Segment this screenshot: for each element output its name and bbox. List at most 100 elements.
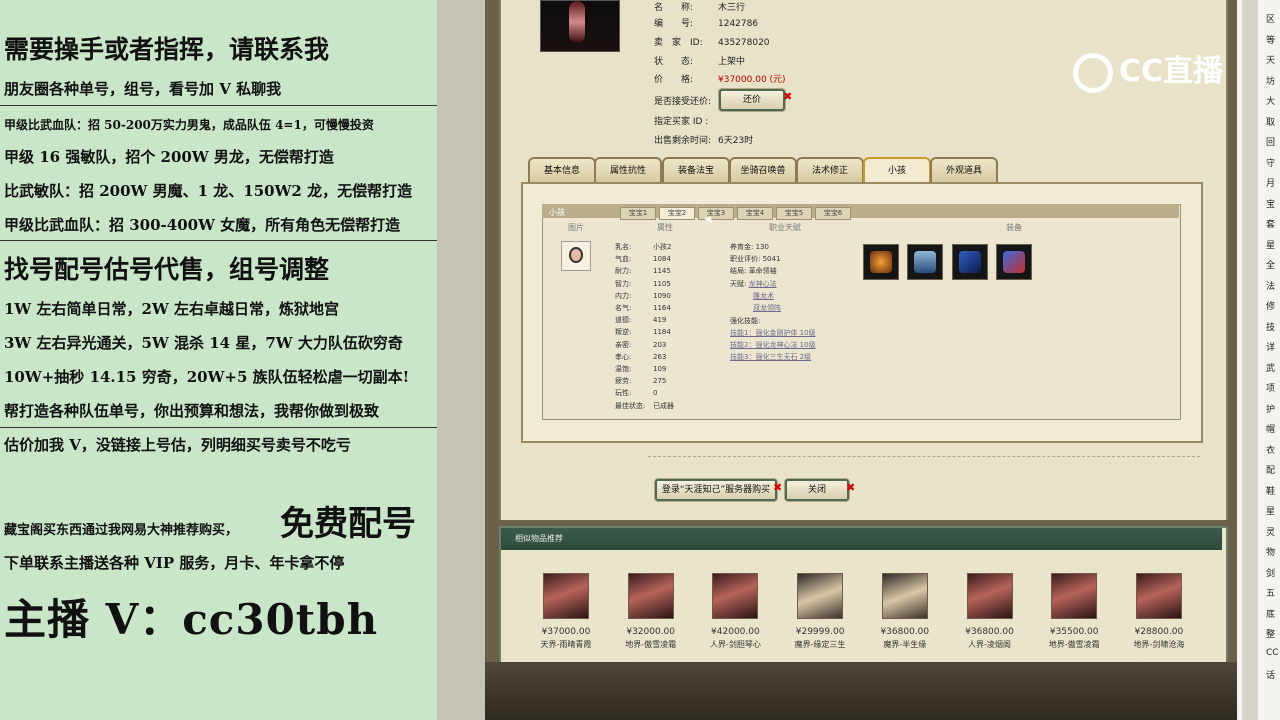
info-row-bargain: 是否接受还价: xyxy=(654,97,712,107)
attribute-row: 疲劳: 275 xyxy=(615,377,667,386)
recommend-price: ¥37000.00 xyxy=(541,627,591,637)
close-button[interactable]: 关闭 xyxy=(785,479,849,501)
tab-appearance[interactable]: 外观道具 xyxy=(930,157,998,183)
recommend-card[interactable]: ¥32000.00 地界-傲雪凌霜 xyxy=(616,573,686,650)
sidebar-item[interactable]: 帽 xyxy=(1266,422,1280,435)
sidebar-item[interactable]: 等 xyxy=(1266,33,1280,46)
sidebar-item[interactable]: 剑 xyxy=(1266,566,1280,579)
recommend-card[interactable]: ¥35500.00 地界-傲雪凌霜 xyxy=(1039,573,1109,650)
overlay-line: 甲级 16 强敏队，招个 200W 男龙，无偿帮打造 xyxy=(4,148,334,166)
overlay-line: 朋友圈各种单号，组号，看号加 V 私聊我 xyxy=(4,80,282,98)
header-profession: 职业天赋 xyxy=(769,223,801,232)
overlay-highlight: 免费配号 xyxy=(280,504,416,544)
recommend-name[interactable]: 人界-剑胆琴心 xyxy=(700,639,770,650)
talent-link-2[interactable]: 雕龙术 xyxy=(753,291,774,301)
recommend-name[interactable]: 天界-雨晴青霞 xyxy=(531,639,601,650)
equipment-slot-3[interactable] xyxy=(952,244,988,280)
character-thumbnail[interactable] xyxy=(627,573,674,619)
tab-equipment[interactable]: 装备法宝 xyxy=(662,157,730,183)
sidebar-item[interactable]: 配 xyxy=(1266,463,1280,476)
sidebar-item[interactable]: 区 xyxy=(1266,12,1280,25)
recommend-card[interactable]: ¥37000.00 天界-雨晴青霞 xyxy=(531,573,601,650)
sidebar-item[interactable]: 护 xyxy=(1266,402,1280,415)
sidebar-item[interactable]: 话 xyxy=(1266,668,1280,681)
sidebar-item[interactable]: 大 xyxy=(1266,94,1280,107)
attribute-row: 气血: 1084 xyxy=(615,255,671,264)
skill-link-3[interactable]: 技能3：强化三生无石 2级 xyxy=(730,352,811,362)
tab-basic-info[interactable]: 基本信息 xyxy=(528,157,596,183)
sidebar-item[interactable]: 底 xyxy=(1266,607,1280,620)
right-scrollbar[interactable] xyxy=(1242,0,1258,720)
sidebar-item[interactable]: 法 xyxy=(1266,279,1280,292)
equipment-slot-4[interactable] xyxy=(996,244,1032,280)
recommend-name[interactable]: 魔界-半生缘 xyxy=(870,639,940,650)
sidebar-item[interactable]: 月 xyxy=(1266,176,1280,189)
recommend-card[interactable]: ¥36800.00 人界-凌烟阁 xyxy=(955,573,1025,650)
sidebar-item[interactable]: 五 xyxy=(1266,586,1280,599)
recommend-name[interactable]: 地界-傲雪凌霜 xyxy=(1039,639,1109,650)
tab-attributes[interactable]: 属性抗性 xyxy=(594,157,662,183)
sidebar-item[interactable]: 坊 xyxy=(1266,74,1280,87)
sidebar-item[interactable]: 技 xyxy=(1266,320,1280,333)
sidebar-item[interactable]: 整 xyxy=(1266,627,1280,640)
subtab-baby4[interactable]: 宝宝4 xyxy=(737,207,773,220)
recommend-card[interactable]: ¥28800.00 地界-剑啸沧海 xyxy=(1124,573,1194,650)
recommend-name[interactable]: 人界-凌烟阁 xyxy=(955,639,1025,650)
character-thumbnail[interactable] xyxy=(1051,573,1098,619)
sidebar-item[interactable]: 套 xyxy=(1266,217,1280,230)
character-thumbnail[interactable] xyxy=(543,573,589,619)
subtab-baby6[interactable]: 宝宝6 xyxy=(815,207,851,220)
skill-link-2[interactable]: 技能2：强化龙神心法 10级 xyxy=(730,340,816,350)
sidebar-item[interactable]: 星 xyxy=(1266,238,1280,251)
attribute-row: 道德: 419 xyxy=(615,316,667,325)
sidebar-item[interactable]: 详 xyxy=(1266,340,1280,353)
streamer-contact: 主播 V：cc30tbh xyxy=(4,595,379,644)
skills-label: 强化技能: xyxy=(730,317,761,325)
info-row-buyer: 指定买家 ID : xyxy=(654,117,709,127)
prof-eval: 职业评价: 5041 xyxy=(730,255,781,263)
skill-link-1[interactable]: 技能1：强化金刚护体 10级 xyxy=(730,328,816,338)
equipment-slot-2[interactable] xyxy=(907,244,943,280)
sidebar-item[interactable]: 鞋 xyxy=(1266,484,1280,497)
attribute-row: 温饱: 109 xyxy=(615,365,667,373)
sidebar-item[interactable]: 项 xyxy=(1266,381,1280,394)
subtab-baby2[interactable]: 宝宝2 xyxy=(659,207,695,220)
subtab-baby1[interactable]: 宝宝1 xyxy=(620,207,656,220)
sidebar-item[interactable]: CC xyxy=(1266,648,1280,658)
overlay-line: 需要操手或者指挥，请联系我 xyxy=(4,35,330,64)
talent-link-1[interactable]: 龙神心法 xyxy=(749,280,777,288)
tab-child[interactable]: 小孩 xyxy=(863,157,931,183)
character-thumbnail[interactable] xyxy=(881,573,928,619)
character-thumbnail[interactable] xyxy=(712,573,759,619)
sidebar-item[interactable]: 星 xyxy=(1266,504,1280,517)
sidebar-item[interactable]: 武 xyxy=(1266,361,1280,374)
recommend-name[interactable]: 魔界-缘定三生 xyxy=(785,639,855,650)
character-thumbnail[interactable] xyxy=(966,573,1013,619)
sidebar-item[interactable]: 守 xyxy=(1266,156,1280,169)
sidebar-item[interactable]: 物 xyxy=(1266,545,1280,558)
recommend-name[interactable]: 地界-傲雪凌霜 xyxy=(616,639,686,650)
sidebar-item[interactable]: 灵 xyxy=(1266,525,1280,538)
recommend-card[interactable]: ¥42000.00 人界-剑胆琴心 xyxy=(700,573,770,650)
overlay-line: 甲级比武血队：招 300-400W 女魔，所有角色无偿帮打造 xyxy=(4,216,401,234)
sidebar-item[interactable]: 全 xyxy=(1266,258,1280,271)
login-server-buy-button[interactable]: 登录“天涯知己”服务器购买 xyxy=(655,479,777,501)
sidebar-item[interactable]: 取 xyxy=(1266,115,1280,128)
sidebar-item[interactable]: 回 xyxy=(1266,135,1280,148)
attribute-row: 智力: 1105 xyxy=(615,279,671,288)
sidebar-item[interactable]: 天 xyxy=(1266,53,1280,66)
recommend-card[interactable]: ¥36800.00 魔界-半生缘 xyxy=(870,573,940,650)
tab-spells[interactable]: 法术修正 xyxy=(796,157,864,183)
recommend-card[interactable]: ¥29999.00 魔界-缘定三生 xyxy=(785,573,855,650)
equipment-slot-1[interactable] xyxy=(863,244,899,280)
sidebar-item[interactable]: 宝 xyxy=(1266,197,1280,210)
tab-mounts[interactable]: 坐骑召唤兽 xyxy=(729,157,797,183)
talent-link-3[interactable]: 双龙领阵 xyxy=(753,303,781,313)
bargain-button[interactable]: 还价 xyxy=(719,89,785,111)
recommend-name[interactable]: 地界-剑啸沧海 xyxy=(1124,639,1194,650)
character-thumbnail[interactable] xyxy=(1135,573,1182,619)
sidebar-item[interactable]: 衣 xyxy=(1266,443,1280,456)
character-thumbnail[interactable] xyxy=(797,573,844,619)
subtab-baby5[interactable]: 宝宝5 xyxy=(776,207,812,220)
sidebar-item[interactable]: 修 xyxy=(1266,299,1280,312)
